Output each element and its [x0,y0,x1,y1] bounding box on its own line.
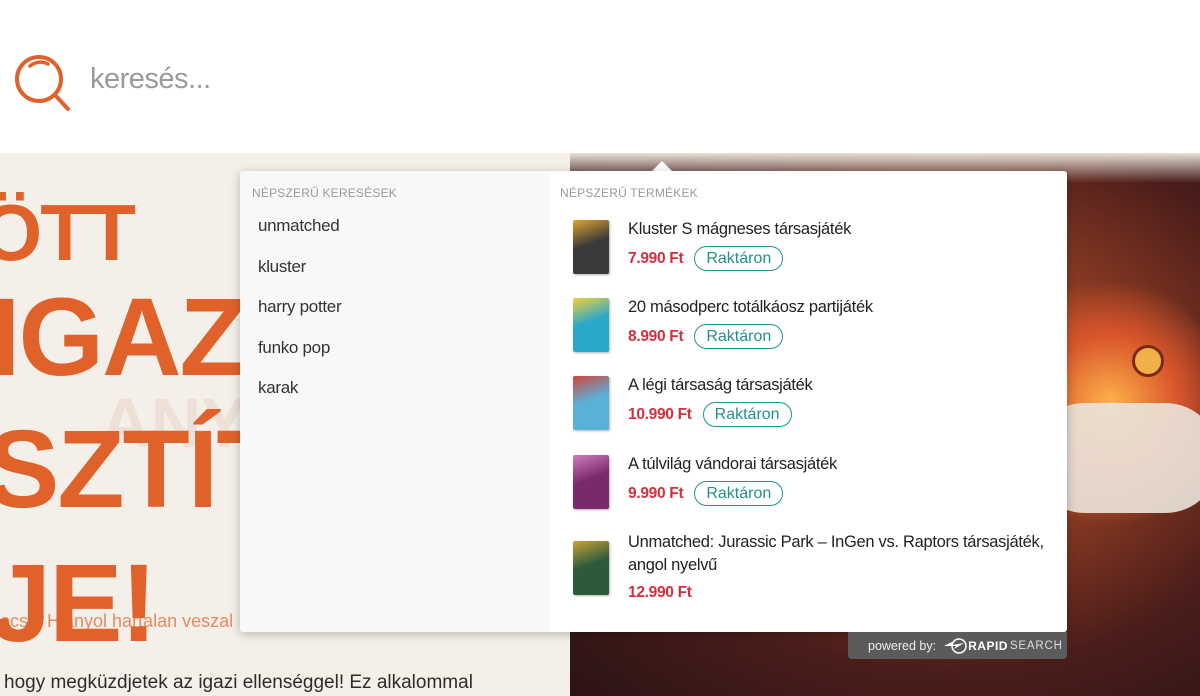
product-price: 12.990 Ft [628,584,692,601]
popular-search-item[interactable]: kluster [258,255,341,296]
powered-by-badge[interactable]: powered by: RAPID SEARCH [848,632,1067,659]
product-price-row: 8.990 Ft Raktáron [628,324,784,349]
product-name[interactable]: 20 másodperc totálkáosz partijáték [628,296,1053,319]
popular-search-item[interactable]: funko pop [258,336,341,377]
product-thumbnail [573,376,609,430]
product-price: 10.990 Ft [628,405,692,423]
popular-search-item[interactable]: harry potter [258,295,342,336]
popular-search-item[interactable]: unmatched [258,214,341,255]
product-item[interactable]: Unmatched: Jurassic Park – InGen vs. Rap… [573,531,1053,611]
product-price: 9.990 Ft [628,484,684,502]
stock-badge: Raktáron [694,246,784,271]
hero-line-1: ÖTT [0,188,136,277]
product-thumbnail [573,541,609,595]
popular-searches-list: unmatched kluster harry potter funko pop… [258,214,342,417]
product-name[interactable]: Kluster S mágneses társasjáték [628,218,1053,241]
hero-body-text: hogy megküzdjetek az igazi ellenséggel! … [4,672,473,693]
product-price: 7.990 Ft [628,249,684,267]
hero-line-4: JE! [0,542,157,665]
hero-line-2: IGAZI [0,276,275,399]
popular-searches-title: NÉPSZERŰ KERESÉSEK [252,186,397,200]
popular-searches-panel: NÉPSZERŰ KERESÉSEK unmatched kluster har… [240,171,549,632]
rapidsearch-brand: RAPID [968,638,1008,653]
stock-badge: Raktáron [702,402,792,427]
popular-products-panel: NÉPSZERŰ TERMÉKEK Kluster S mágneses tár… [549,171,1067,632]
rapidsearch-logo-icon [944,637,967,654]
search-suggestions-dropdown: NÉPSZERŰ KERESÉSEK unmatched kluster har… [240,171,1067,632]
hero-subtext: ocsk. Hianyol hartalan veszal [0,611,234,631]
product-name[interactable]: A túlvilág vándorai társasjáték [628,453,1053,476]
dropdown-pointer [652,161,672,171]
product-thumbnail [573,220,609,274]
search-icon[interactable] [12,52,74,114]
product-name[interactable]: Unmatched: Jurassic Park – InGen vs. Rap… [628,531,1053,577]
product-thumbnail [573,455,609,509]
product-item[interactable]: A légi társaság társasjáték 10.990 Ft Ra… [573,374,1053,444]
powered-by-label: powered by: [868,638,937,653]
stock-badge: Raktáron [694,324,784,349]
product-item[interactable]: 20 másodperc totálkáosz partijáték 8.990… [573,296,1053,366]
product-price-row: 9.990 Ft Raktáron [628,481,784,506]
rapidsearch-brand-suffix: SEARCH [1009,639,1063,652]
header [0,0,1200,153]
product-price: 8.990 Ft [628,327,684,345]
rapidsearch-logo: RAPID SEARCH [942,637,1063,655]
product-price-row: 12.990 Ft [628,584,703,602]
search-input[interactable] [88,58,1092,100]
popular-search-item[interactable]: karak [258,376,341,417]
product-name[interactable]: A légi társaság társasjáték [628,374,1053,397]
hero-eye-icon [1132,345,1164,377]
stock-badge: Raktáron [694,481,784,506]
product-item[interactable]: A túlvilág vándorai társasjáték 9.990 Ft… [573,453,1053,523]
product-price-row: 10.990 Ft Raktáron [628,402,792,427]
popular-products-title: NÉPSZERŰ TERMÉKEK [560,186,698,200]
product-thumbnail [573,298,609,352]
product-item[interactable]: Kluster S mágneses társasjáték 7.990 Ft … [573,218,1053,288]
product-price-row: 7.990 Ft Raktáron [628,246,784,271]
